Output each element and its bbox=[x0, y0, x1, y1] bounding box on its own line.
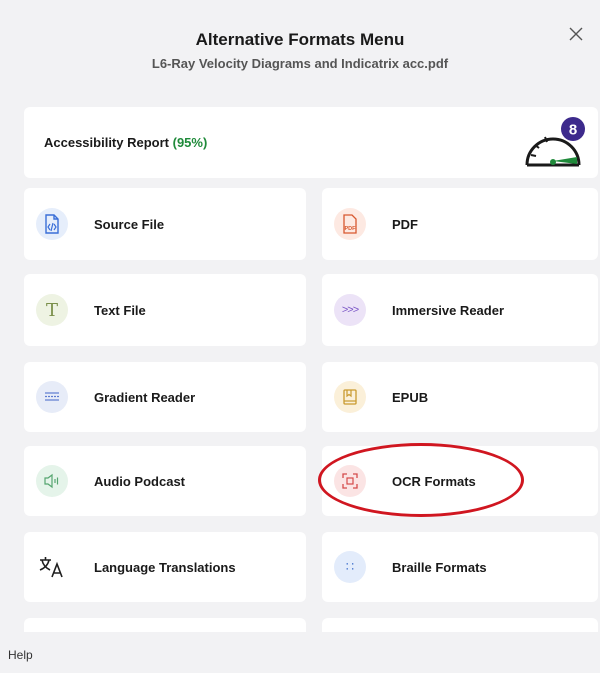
format-item-source-file[interactable]: Source File bbox=[24, 188, 306, 260]
accessibility-report-label: Accessibility Report (95%) bbox=[44, 135, 207, 150]
gradient-reader-icon bbox=[36, 381, 68, 413]
help-link[interactable]: Help bbox=[8, 648, 33, 662]
format-label: Gradient Reader bbox=[94, 389, 196, 405]
translate-icon bbox=[36, 551, 68, 583]
accessibility-report-card[interactable]: Accessibility Report (95%) 8 bbox=[24, 107, 598, 178]
format-item-audio-podcast[interactable]: Audio Podcast bbox=[24, 446, 306, 516]
braille-icon: ∷ bbox=[334, 551, 366, 583]
text-icon-glyph: T bbox=[45, 299, 58, 321]
format-label: Audio Podcast bbox=[94, 473, 186, 489]
format-item-partial[interactable] bbox=[24, 618, 306, 632]
immersive-reader-icon: >>> bbox=[334, 294, 366, 326]
gauge-icon: 8 bbox=[525, 117, 585, 167]
format-label: Language Translations bbox=[94, 559, 236, 575]
format-item-language-translations[interactable]: Language Translations bbox=[24, 532, 306, 602]
accessibility-report-text: Accessibility Report bbox=[44, 135, 169, 150]
document-filename: L6-Ray Velocity Diagrams and Indicatrix … bbox=[151, 56, 449, 71]
epub-book-icon bbox=[334, 381, 366, 413]
pdf-icon: PDF bbox=[334, 208, 366, 240]
braille-icon-glyph: ∷ bbox=[345, 559, 355, 575]
format-item-immersive-reader[interactable]: >>> Immersive Reader bbox=[322, 274, 598, 346]
format-item-text-file[interactable]: T Text File bbox=[24, 274, 306, 346]
text-file-icon: T bbox=[36, 294, 68, 326]
pdf-icon-text: PDF bbox=[345, 226, 357, 232]
format-label: PDF bbox=[392, 216, 418, 232]
accessibility-score: (95%) bbox=[172, 135, 208, 150]
format-item-ocr-formats[interactable]: OCR Formats bbox=[322, 446, 598, 516]
format-label: Braille Formats bbox=[392, 559, 487, 575]
format-item-partial[interactable] bbox=[322, 618, 598, 632]
format-item-pdf[interactable]: PDF PDF bbox=[322, 188, 598, 260]
ocr-scan-icon bbox=[334, 465, 366, 497]
format-item-braille-formats[interactable]: ∷ Braille Formats bbox=[322, 532, 598, 602]
format-label: Source File bbox=[94, 216, 165, 232]
code-file-icon bbox=[36, 208, 68, 240]
format-label: Immersive Reader bbox=[392, 302, 505, 318]
dialog-title: Alternative Formats Menu bbox=[195, 30, 405, 49]
format-item-gradient-reader[interactable]: Gradient Reader bbox=[24, 362, 306, 432]
close-button[interactable] bbox=[564, 22, 588, 46]
notification-badge: 8 bbox=[569, 122, 577, 139]
immersive-icon-glyph: >>> bbox=[341, 304, 359, 316]
speaker-icon bbox=[36, 465, 68, 497]
format-label: Text File bbox=[94, 302, 146, 318]
format-label: OCR Formats bbox=[392, 473, 476, 489]
close-icon bbox=[569, 27, 583, 41]
format-label: EPUB bbox=[392, 389, 429, 405]
format-item-epub[interactable]: EPUB bbox=[322, 362, 598, 432]
dialog-header: Alternative Formats Menu L6-Ray Velocity… bbox=[0, 0, 600, 100]
